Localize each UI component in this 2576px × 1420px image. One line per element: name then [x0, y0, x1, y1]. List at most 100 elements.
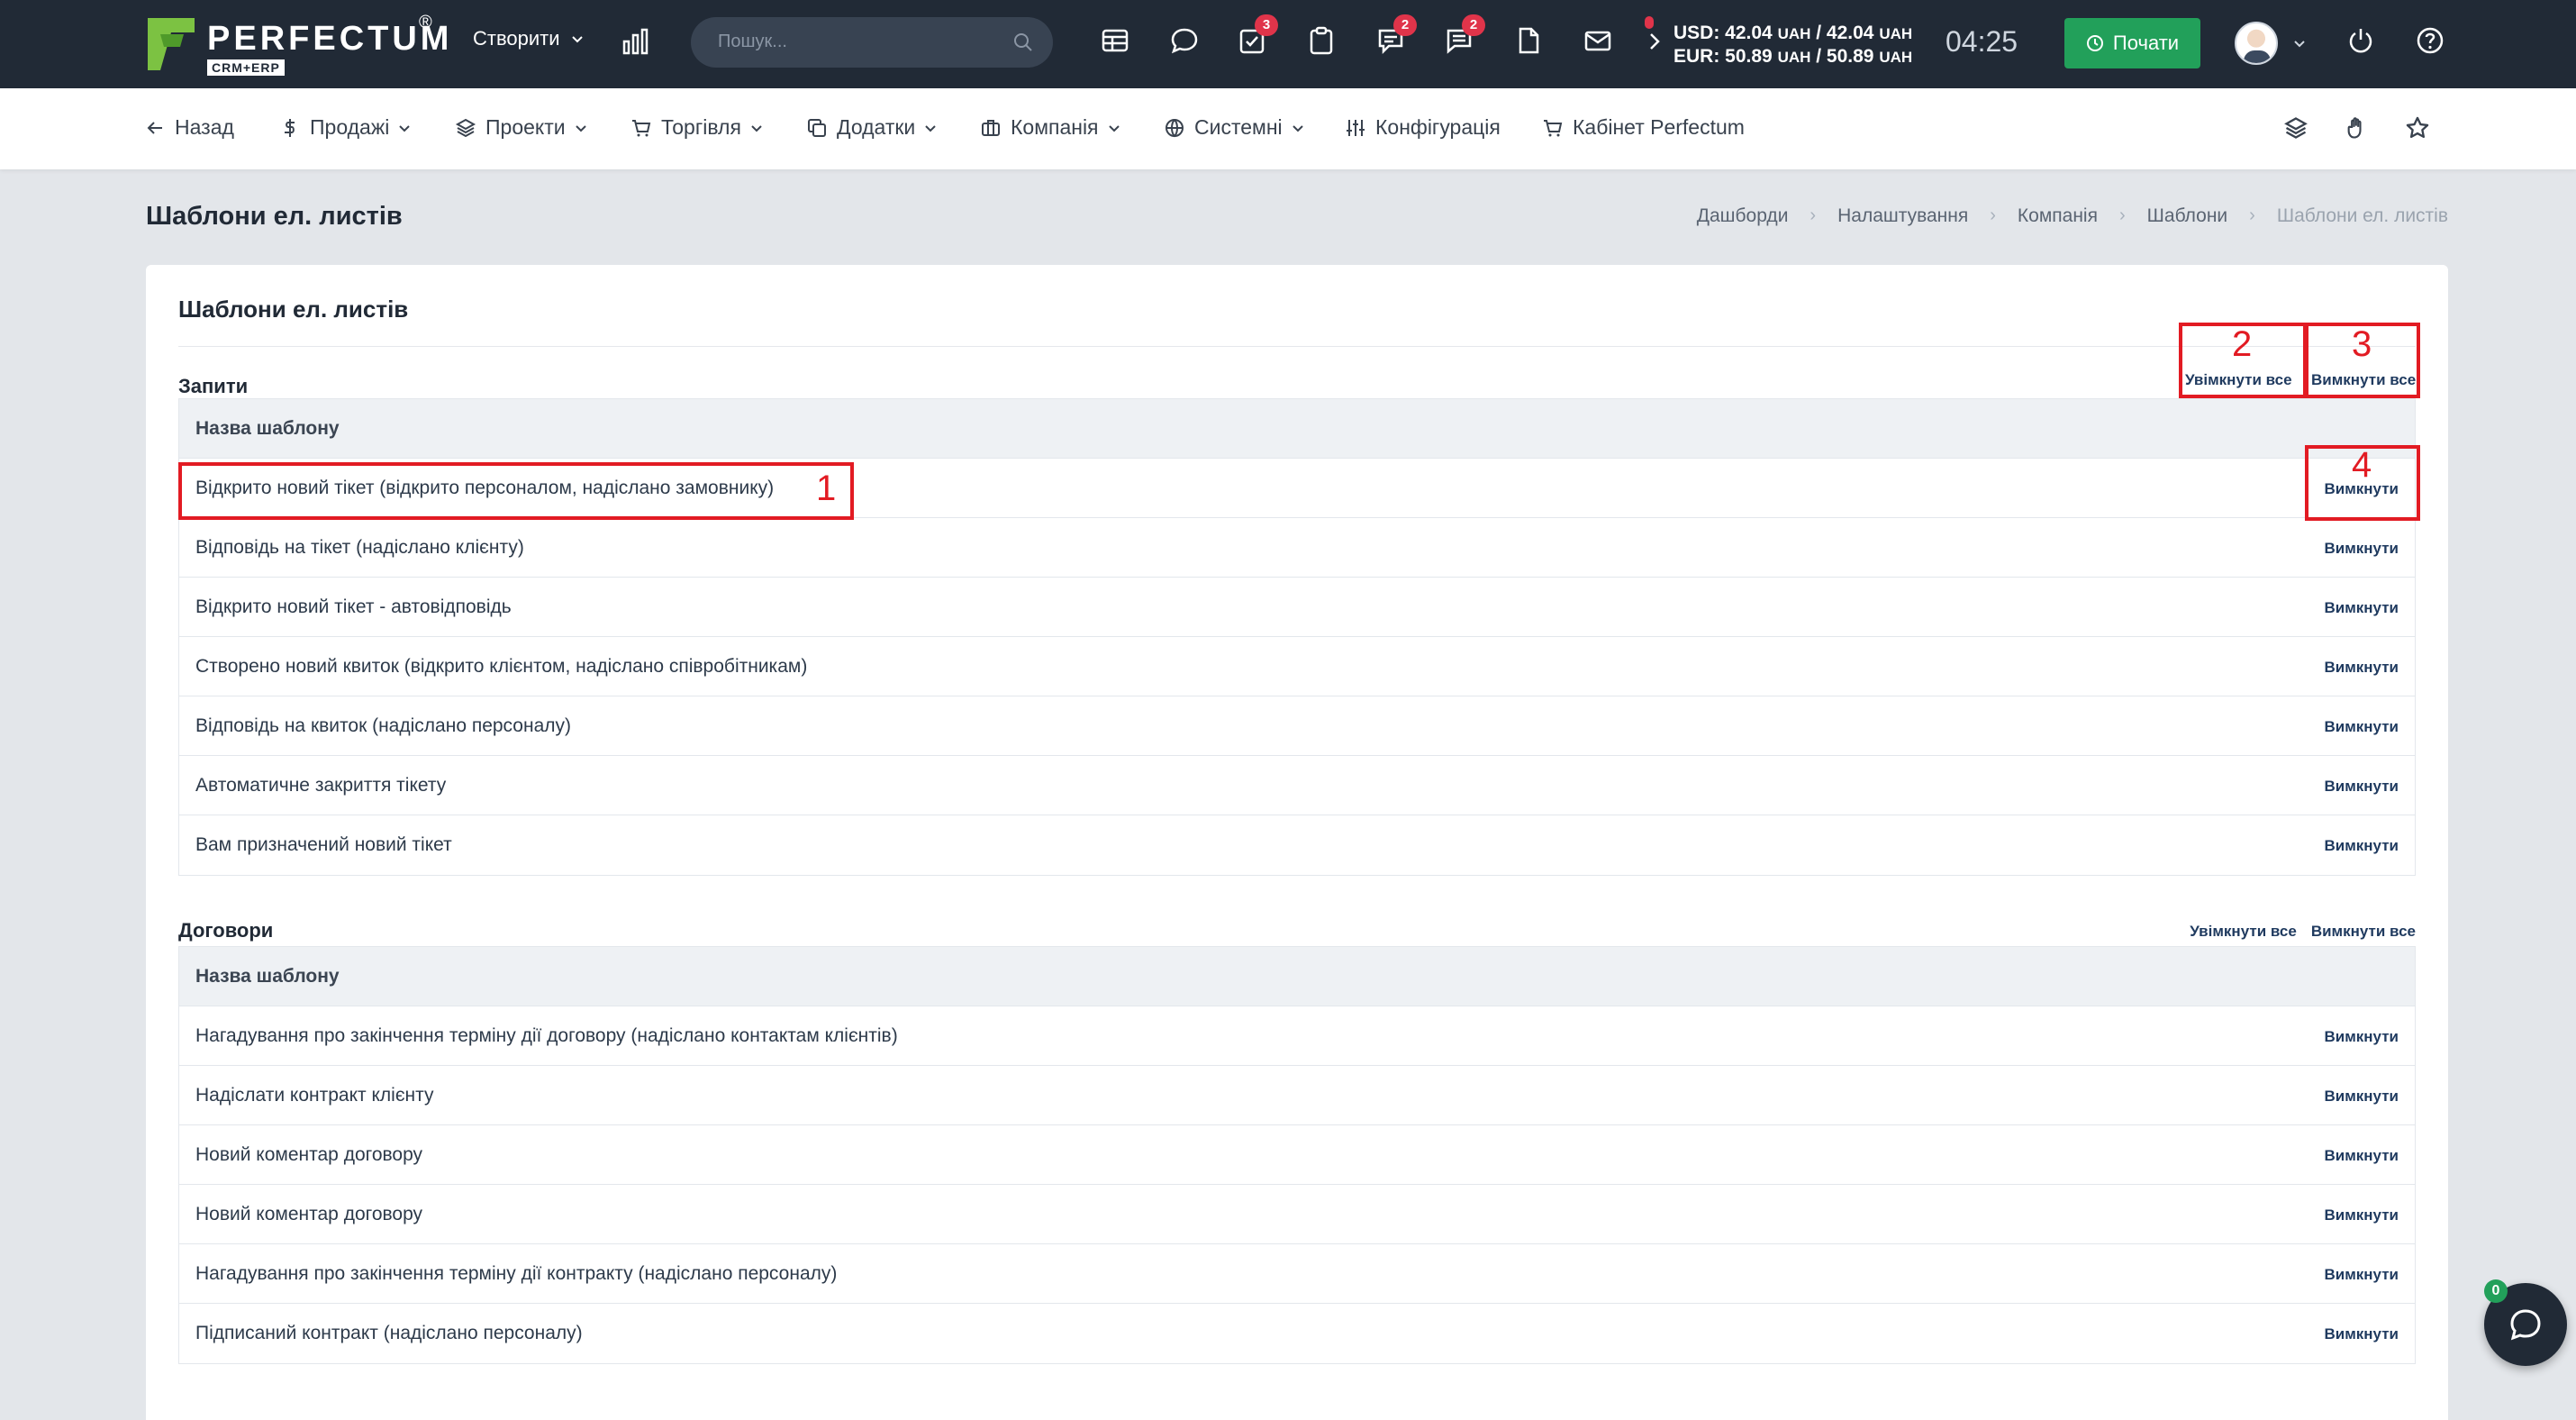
- search-icon[interactable]: [1013, 32, 1033, 52]
- document-icon[interactable]: [1513, 25, 1544, 56]
- chat-badge: 0: [2484, 1279, 2508, 1303]
- breadcrumb: Дашборди › Налаштування › Компанія › Шаблон…: [1697, 205, 2448, 227]
- nav-config-label: Конфігурація: [1375, 115, 1501, 139]
- disable-all-link[interactable]: Вимкнути все: [2311, 923, 2416, 941]
- disable-link[interactable]: Вимкнути: [2324, 778, 2399, 796]
- annotation-number: 1: [816, 469, 837, 508]
- template-link[interactable]: Відповідь на квиток (надіслано персоналу…: [195, 715, 571, 737]
- create-menu-button[interactable]: Створити: [473, 27, 584, 50]
- email-templates-card: Шаблони ел. листів Запити Назва шаблону …: [146, 265, 2448, 1420]
- disable-link[interactable]: Вимкнути: [2324, 599, 2399, 617]
- annotation-box-1: [178, 462, 854, 520]
- breadcrumb-separator: ›: [2249, 205, 2255, 225]
- template-link[interactable]: Відповідь на тікет (надіслано клієнту): [195, 537, 524, 559]
- breadcrumb-item[interactable]: Дашборди: [1697, 205, 1789, 227]
- disable-link[interactable]: Вимкнути: [2324, 718, 2399, 736]
- start-timer-button[interactable]: Почати: [2064, 18, 2200, 68]
- template-link[interactable]: Відкрито новий тікет - автовідповідь: [195, 596, 512, 618]
- power-icon[interactable]: [2345, 25, 2376, 56]
- nav-config[interactable]: Конфігурація: [1345, 115, 1501, 140]
- cart-icon: [1544, 119, 1563, 136]
- nav-sales[interactable]: Продажі: [279, 115, 411, 140]
- template-link[interactable]: Нагадування про закінчення терміну дії д…: [195, 1025, 898, 1047]
- avatar[interactable]: [2235, 22, 2278, 65]
- table-icon[interactable]: [1100, 25, 1130, 56]
- briefcase-icon: [982, 119, 1000, 136]
- star-icon[interactable]: [2405, 115, 2430, 141]
- help-icon[interactable]: [2415, 25, 2445, 56]
- search-bar[interactable]: Пошук...: [691, 17, 1053, 68]
- nav-trade[interactable]: Торгівля: [630, 115, 763, 140]
- nav-cabinet[interactable]: Кабінет Perfectum: [1542, 115, 1745, 140]
- nav-addons[interactable]: Додатки: [806, 115, 937, 140]
- bar-chart-icon[interactable]: [621, 27, 650, 56]
- template-link[interactable]: Автоматичне закриття тікету: [195, 775, 446, 796]
- disable-link[interactable]: Вимкнути: [2324, 837, 2399, 855]
- breadcrumb-separator: ›: [2118, 205, 2126, 225]
- search-input[interactable]: Пошук...: [718, 32, 787, 52]
- card-title: Шаблони ел. листів: [178, 296, 409, 323]
- breadcrumb-separator: ›: [1810, 205, 1817, 225]
- top-bar: PERFECTUM ® CRM+ERP Створити Пошук... 3 …: [0, 0, 2576, 88]
- disable-link[interactable]: Вимкнути: [2324, 1206, 2399, 1224]
- logo[interactable]: PERFECTUM ® CRM+ERP: [144, 13, 449, 76]
- divider: [178, 346, 2416, 347]
- layers-icon[interactable]: [2283, 115, 2308, 141]
- nav-system[interactable]: Системні: [1164, 115, 1304, 140]
- chevron-right-icon[interactable]: [1646, 31, 1663, 52]
- nav-back[interactable]: Назад: [144, 115, 234, 140]
- support-chat-button[interactable]: 0: [2484, 1279, 2567, 1366]
- disable-link[interactable]: Вимкнути: [2324, 1028, 2399, 1046]
- breadcrumb-item[interactable]: Компанія: [2018, 205, 2098, 227]
- template-link[interactable]: Підписаний контракт (надіслано персоналу…: [195, 1323, 583, 1344]
- template-link[interactable]: Надіслати контракт клієнту: [195, 1085, 433, 1106]
- breadcrumb-item[interactable]: Шаблони: [2147, 205, 2228, 227]
- template-link[interactable]: Нагадування про закінчення терміну дії к…: [195, 1263, 837, 1285]
- clipboard-icon[interactable]: [1306, 25, 1337, 56]
- nav-company-label: Компанія: [1011, 115, 1099, 139]
- chevron-down-icon[interactable]: [2293, 37, 2306, 50]
- chat-bubble-icon[interactable]: [1169, 25, 1200, 56]
- tasks-button[interactable]: 3: [1237, 14, 1278, 56]
- nav-projects[interactable]: Проекти: [455, 115, 587, 140]
- rates-alert-dot: [1645, 16, 1654, 29]
- cart-icon: [632, 119, 651, 136]
- usd-rate: USD: 42.04 UAH / 42.04 UAH: [1673, 23, 1913, 43]
- enable-all-link[interactable]: Увімкнути все: [2190, 923, 2297, 941]
- disable-link[interactable]: Вимкнути: [2324, 1147, 2399, 1165]
- section-actions: Увімкнути все Вимкнути все: [2190, 923, 2416, 941]
- disable-link[interactable]: Вимкнути: [2324, 1266, 2399, 1284]
- table-row: Нагадування про закінчення терміну дії к…: [179, 1244, 2415, 1304]
- template-link[interactable]: Новий коментар договору: [195, 1144, 422, 1166]
- breadcrumb-current: Шаблони ел. листів: [2276, 205, 2448, 226]
- template-link[interactable]: Вам призначений новий тікет: [195, 834, 452, 856]
- chat-bubble-icon: [2510, 1309, 2541, 1341]
- currency-rates: USD: 42.04 UAH / 42.04 UAH EUR: 50.89 UA…: [1673, 22, 1912, 68]
- template-link[interactable]: Створено новий квиток (відкрито клієнтом…: [195, 656, 807, 678]
- messages-badge: 2: [1462, 14, 1485, 36]
- create-label: Створити: [473, 27, 560, 50]
- messages-button[interactable]: 2: [1444, 14, 1485, 56]
- mail-icon[interactable]: [1583, 25, 1613, 56]
- hand-icon[interactable]: [2345, 115, 2370, 141]
- disable-link[interactable]: Вимкнути: [2324, 659, 2399, 677]
- table-header: Назва шаблону: [179, 947, 2415, 1006]
- annotation-number: 4: [2352, 445, 2372, 485]
- disable-link[interactable]: Вимкнути: [2324, 1088, 2399, 1106]
- template-link[interactable]: Новий коментар договору: [195, 1204, 422, 1225]
- section-title: Запити: [178, 375, 249, 397]
- comments-button[interactable]: 2: [1375, 14, 1417, 56]
- table-row: Вам призначений новий тікет Вимкнути: [179, 815, 2415, 875]
- nav-company[interactable]: Компанія: [980, 115, 1120, 140]
- disable-link[interactable]: Вимкнути: [2324, 540, 2399, 558]
- table-header: Назва шаблону: [179, 399, 2415, 459]
- layers-icon: [455, 118, 476, 137]
- nav-system-label: Системні: [1194, 115, 1283, 139]
- page-title: Шаблони ел. листів: [146, 202, 403, 231]
- table-row: Надіслати контракт клієнту Вимкнути: [179, 1066, 2415, 1125]
- breadcrumb-item[interactable]: Налаштування: [1837, 205, 1968, 227]
- disable-link[interactable]: Вимкнути: [2324, 1325, 2399, 1343]
- table-row: Новий коментар договору Вимкнути: [179, 1185, 2415, 1244]
- sliders-icon: [1347, 119, 1365, 136]
- chevron-down-icon: [1292, 124, 1303, 132]
